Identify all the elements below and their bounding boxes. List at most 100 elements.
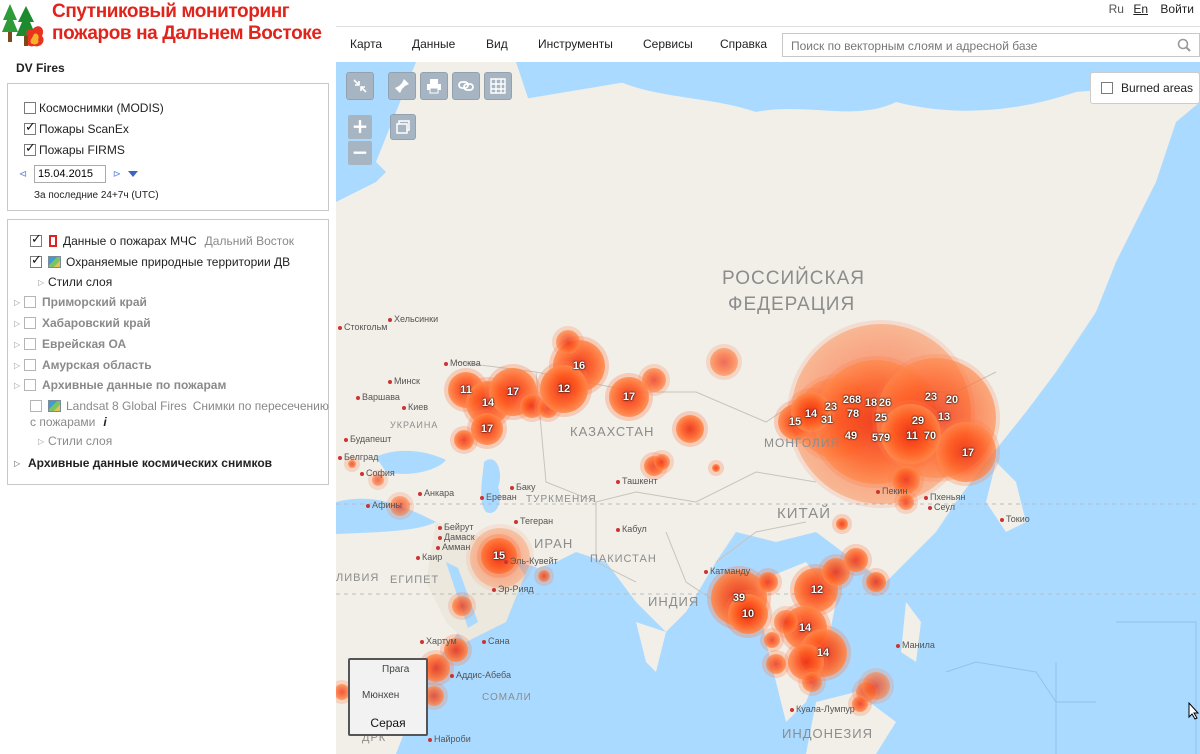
protected-checkbox[interactable] bbox=[30, 253, 42, 268]
menu-data[interactable]: Данные bbox=[412, 37, 455, 51]
jewish-checkbox[interactable] bbox=[24, 338, 36, 350]
burned-areas-toggle[interactable]: Burned areas bbox=[1090, 72, 1200, 104]
primorsky-checkbox[interactable] bbox=[24, 296, 36, 308]
fire-cluster-count[interactable]: 70 bbox=[924, 430, 936, 442]
fire-cluster-count[interactable]: 17 bbox=[623, 391, 635, 403]
menu-map[interactable]: Карта bbox=[350, 37, 382, 51]
grid-button[interactable] bbox=[484, 72, 512, 100]
lang-ru-link[interactable]: Ru bbox=[1109, 2, 1124, 16]
fire-cluster-count[interactable]: 11 bbox=[906, 430, 918, 442]
permalink-button[interactable] bbox=[452, 72, 480, 100]
pin-icon bbox=[395, 79, 409, 93]
fire-cluster-count[interactable]: 17 bbox=[507, 386, 519, 398]
layer-modis-checkbox[interactable] bbox=[24, 102, 36, 114]
expand-arrow-icon[interactable]: ▷ bbox=[14, 298, 24, 307]
layer-firms-checkbox[interactable] bbox=[24, 141, 36, 156]
fire-cluster-count[interactable]: 29 bbox=[912, 415, 924, 427]
expand-arrow-icon[interactable]: ▷ bbox=[14, 340, 24, 349]
layers-toggle-button[interactable] bbox=[390, 114, 416, 140]
info-icon[interactable]: i bbox=[103, 415, 106, 429]
archive-checkbox[interactable] bbox=[24, 379, 36, 391]
date-prev-icon[interactable]: ⊲ bbox=[16, 169, 30, 180]
fire-cluster-count[interactable]: 15 bbox=[493, 550, 505, 562]
landsat-checkbox[interactable] bbox=[30, 400, 42, 412]
expand-arrow-icon[interactable]: ▷ bbox=[14, 459, 24, 468]
tree-item-styles-1[interactable]: ▷ Стили слоя bbox=[38, 275, 112, 289]
city-label: Афины bbox=[366, 500, 402, 510]
zoom-out-button[interactable]: − bbox=[348, 141, 372, 165]
fire-cluster-count[interactable]: 14 bbox=[799, 622, 811, 634]
fire-cluster-count[interactable]: 11 bbox=[460, 384, 472, 396]
print-button[interactable] bbox=[420, 72, 448, 100]
country-label: ИРАН bbox=[534, 536, 574, 551]
expand-arrow-icon[interactable]: ▷ bbox=[14, 361, 24, 370]
login-link[interactable]: Войти bbox=[1160, 2, 1194, 16]
tree-item-archive[interactable]: ▷ Архивные данные по пожарам bbox=[14, 378, 226, 392]
marker-tool-button[interactable] bbox=[388, 72, 416, 100]
date-dropdown-icon[interactable] bbox=[128, 171, 138, 177]
fire-cluster-count[interactable]: 12 bbox=[558, 383, 570, 395]
city-label: Аддис-Абеба bbox=[450, 670, 511, 680]
search-input[interactable]: Поиск по векторным слоям и адресной базе bbox=[782, 33, 1200, 57]
collapse-panel-button[interactable] bbox=[346, 72, 374, 100]
date-input[interactable] bbox=[34, 165, 106, 183]
app-logo[interactable]: Спутниковый мониторинг пожаров на Дальне… bbox=[0, 0, 336, 52]
expand-arrow-icon[interactable]: ▷ bbox=[14, 319, 24, 328]
fire-cluster-count[interactable]: 18 bbox=[865, 397, 877, 409]
fire-cluster-count[interactable]: 10 bbox=[742, 608, 754, 620]
lang-en-link[interactable]: En bbox=[1133, 2, 1148, 16]
expand-arrow-icon[interactable]: ▷ bbox=[14, 381, 24, 390]
fire-cluster-count[interactable]: 13 bbox=[938, 411, 950, 423]
expand-arrow-icon[interactable]: ▷ bbox=[38, 437, 48, 446]
layer-firms-row[interactable]: Пожары FIRMS bbox=[24, 141, 125, 157]
menu-services[interactable]: Сервисы bbox=[643, 37, 693, 51]
tree-item-landsat[interactable]: Landsat 8 Global Fires Снимки по пересеч… bbox=[30, 399, 329, 413]
zoom-in-button[interactable]: + bbox=[348, 115, 372, 139]
fire-cluster-count[interactable]: 39 bbox=[733, 592, 745, 604]
layer-scanex-checkbox[interactable] bbox=[24, 120, 36, 135]
tree-item-primorsky[interactable]: ▷ Приморский край bbox=[14, 295, 147, 309]
tree-item-styles-2[interactable]: ▷ Стили слоя bbox=[38, 434, 112, 448]
fire-cluster-count[interactable]: 17 bbox=[481, 423, 493, 435]
fire-cluster-count[interactable]: 49 bbox=[845, 430, 857, 442]
khabarovsk-checkbox[interactable] bbox=[24, 317, 36, 329]
tree-item-khabarovsk[interactable]: ▷ Хабаровский край bbox=[14, 316, 151, 330]
fire-cluster-count[interactable]: 78 bbox=[847, 408, 859, 420]
fire-cluster-count[interactable]: 15 bbox=[789, 416, 801, 428]
menu-tools[interactable]: Инструменты bbox=[538, 37, 613, 51]
country-label: ЕГИПЕТ bbox=[390, 574, 440, 586]
fire-cluster-count[interactable]: 17 bbox=[962, 447, 974, 459]
tree-item-protected[interactable]: Охраняемые природные территории ДВ bbox=[30, 253, 290, 269]
city-label: Стокгольм bbox=[338, 322, 387, 332]
fire-cluster-count[interactable]: 579 bbox=[872, 432, 890, 444]
amur-checkbox[interactable] bbox=[24, 359, 36, 371]
tree-item-mchs[interactable]: Данные о пожарах МЧС Дальний Восток bbox=[30, 232, 294, 248]
date-next-icon[interactable]: ⊳ bbox=[110, 169, 124, 180]
fire-cluster-count[interactable]: 20 bbox=[946, 394, 958, 406]
menu-view[interactable]: Вид bbox=[486, 37, 508, 51]
fire-cluster-count[interactable]: 268 bbox=[843, 394, 861, 406]
menu-help[interactable]: Справка bbox=[720, 37, 767, 51]
expand-arrow-icon[interactable]: ▷ bbox=[38, 278, 48, 287]
map-view[interactable]: РОССИЙСКАЯ ФЕДЕРАЦИЯ КАЗАХСТАН МОНГОЛИЯ … bbox=[336, 62, 1200, 754]
city-label: Тегеран bbox=[514, 516, 553, 526]
fire-cluster-count[interactable]: 14 bbox=[805, 408, 817, 420]
fire-cluster-count[interactable]: 23 bbox=[825, 401, 837, 413]
fire-cluster-count[interactable]: 26 bbox=[879, 397, 891, 409]
tree-item-space-archive[interactable]: ▷ Архивные данные космических снимков bbox=[14, 456, 272, 470]
fire-cluster-count[interactable]: 14 bbox=[817, 647, 829, 659]
fire-cluster-count[interactable]: 25 bbox=[875, 412, 887, 424]
mchs-checkbox[interactable] bbox=[30, 232, 42, 247]
layer-modis-row[interactable]: Космоснимки (MODIS) bbox=[24, 101, 164, 115]
tree-item-jewish[interactable]: ▷ Еврейская ОА bbox=[14, 337, 126, 351]
search-icon[interactable] bbox=[1177, 38, 1191, 52]
basemap-switcher[interactable]: Прага Мюнхен Серая bbox=[348, 658, 428, 736]
fire-cluster-count[interactable]: 31 bbox=[821, 414, 833, 426]
fire-cluster-count[interactable]: 14 bbox=[482, 397, 494, 409]
fire-cluster-count[interactable]: 12 bbox=[811, 584, 823, 596]
layer-scanex-row[interactable]: Пожары ScanEx bbox=[24, 120, 129, 136]
burned-areas-checkbox[interactable] bbox=[1101, 82, 1113, 94]
tree-item-amur[interactable]: ▷ Амурская область bbox=[14, 358, 152, 372]
fire-cluster-count[interactable]: 16 bbox=[573, 360, 585, 372]
fire-cluster-count[interactable]: 23 bbox=[925, 391, 937, 403]
